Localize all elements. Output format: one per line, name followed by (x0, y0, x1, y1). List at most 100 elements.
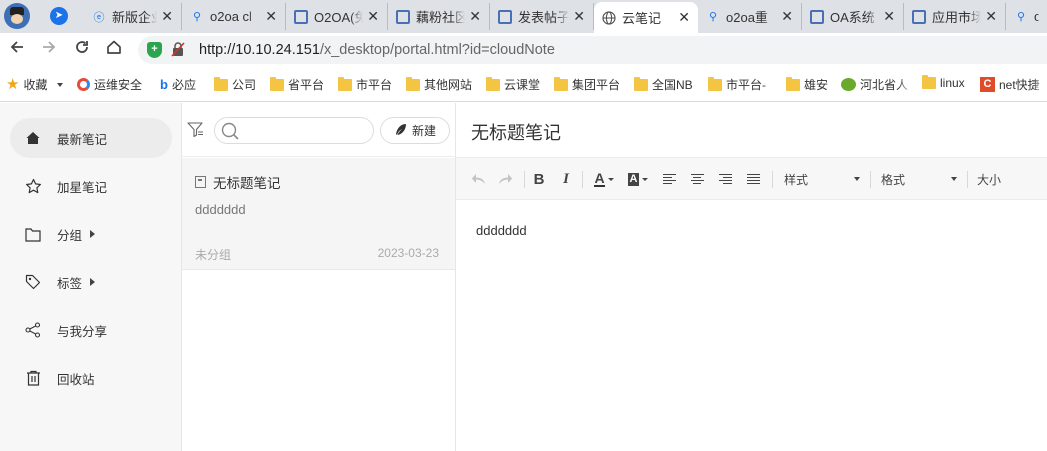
forward-button[interactable] (38, 39, 60, 61)
bookmark-item[interactable]: C net快捷 (980, 76, 1047, 93)
close-icon[interactable]: ✕ (367, 8, 379, 25)
close-icon[interactable]: ✕ (985, 8, 997, 25)
bookmark-label: linux (940, 76, 965, 90)
bookmark-label: 云课堂 (504, 78, 541, 92)
editor-content[interactable]: ddddddd (476, 223, 527, 238)
tab-8[interactable]: OA系统 ✕ (802, 3, 904, 30)
bold-button[interactable]: B (531, 170, 547, 188)
share-icon (24, 321, 42, 339)
new-note-button[interactable]: 新建 (380, 117, 450, 144)
bookmark-item[interactable]: 省平台 (270, 76, 324, 93)
sidebar-item-trash[interactable]: 回收站 (10, 358, 172, 398)
o2-icon (294, 9, 308, 24)
justify-button[interactable] (746, 170, 760, 188)
tab-9[interactable]: 应用市场 ✕ (904, 3, 1006, 30)
bookmark-item[interactable]: b 必应 (160, 76, 196, 93)
sidebar-item-groups[interactable]: 分组 (10, 214, 172, 254)
insecure-lock-icon[interactable] (171, 42, 185, 60)
font-color-button[interactable]: A (591, 170, 617, 188)
shield-icon[interactable]: + (147, 42, 162, 58)
home-icon (24, 129, 42, 147)
bookmark-item[interactable]: 市平台 (338, 76, 392, 93)
highlight-color-button[interactable]: A (625, 170, 651, 188)
close-icon[interactable]: ✕ (265, 8, 277, 25)
close-icon[interactable]: ✕ (678, 9, 690, 26)
home-button[interactable] (103, 39, 125, 61)
tab-5[interactable]: 发表帖子 ✕ (490, 3, 594, 30)
reload-button[interactable] (71, 39, 93, 61)
search-icon: ⚲ (708, 11, 718, 23)
bookmark-label: 运维安全 (94, 78, 143, 92)
bookmark-item[interactable]: 运维安全 (77, 76, 160, 93)
bookmark-item[interactable]: 云课堂 (486, 76, 540, 93)
editor-toolbar: B I A A 样式 格式 大小 (456, 157, 1047, 200)
tab-7[interactable]: ⚲ o2oa重 ✕ (698, 3, 802, 30)
bookmark-item[interactable]: 河北省人 (841, 76, 914, 93)
bookmark-favorites[interactable]: ★ 收藏 (6, 76, 64, 93)
align-center-button[interactable] (690, 170, 704, 188)
align-right-button[interactable] (718, 170, 732, 188)
tab-4[interactable]: 藕粉社区 ✕ (388, 3, 490, 30)
caret-right-icon (90, 278, 96, 286)
close-icon[interactable]: ✕ (781, 8, 793, 25)
bookmark-item[interactable]: 市平台- (708, 76, 778, 93)
format-dropdown[interactable]: 格式 (881, 170, 957, 188)
bookmark-item[interactable]: 其他网站 (406, 76, 472, 93)
tab-title: 应用市场 (932, 10, 982, 25)
redo-button[interactable] (497, 170, 513, 188)
sidebar-item-tags[interactable]: 标签 (10, 262, 172, 302)
bookmark-label: 收藏 (23, 78, 48, 92)
search-input[interactable] (214, 117, 374, 144)
align-right-icon (718, 173, 732, 185)
tab-1[interactable]: ⓔ 新版企业 ✕ (84, 3, 182, 30)
close-icon[interactable]: ✕ (161, 8, 173, 25)
undo-button[interactable] (470, 170, 486, 188)
bookmark-item[interactable]: 雄安 (786, 76, 828, 93)
folder-icon (486, 76, 500, 91)
quill-icon (394, 123, 407, 139)
url-bar[interactable]: + http://10.10.24.151/x_desktop/portal.h… (138, 36, 1047, 64)
sidebar-item-latest[interactable]: 最新笔记 (10, 118, 172, 158)
sidebar-item-shared[interactable]: 与我分享 (10, 310, 172, 350)
toolbar-separator (870, 171, 871, 188)
folder-icon (922, 75, 936, 89)
bookmark-label: 必应 (171, 78, 196, 92)
tab-cloud-note[interactable]: 云笔记 ✕ (594, 2, 698, 33)
tab-title: 新版企业 (112, 10, 157, 25)
chevron-down-icon (607, 177, 614, 181)
tab-3[interactable]: O2OA(免 ✕ (286, 3, 388, 30)
bookmark-item[interactable]: 全国NB (634, 76, 693, 93)
filter-icon[interactable] (187, 121, 203, 138)
bookmark-item[interactable]: 集团平台 (554, 76, 620, 93)
folder-icon (214, 76, 228, 91)
size-dropdown[interactable]: 大小 (977, 170, 1037, 188)
bookmark-label: 集团平台 (572, 78, 621, 92)
profile-avatar[interactable] (4, 3, 30, 29)
folder-icon (270, 76, 284, 91)
close-icon[interactable]: ✕ (573, 8, 585, 25)
close-icon[interactable]: ✕ (883, 8, 895, 25)
star-outline-icon (24, 177, 42, 195)
italic-icon: I (563, 170, 569, 187)
bold-icon: B (533, 170, 545, 188)
bookmark-item[interactable]: linux (922, 75, 965, 90)
close-icon[interactable]: ✕ (469, 8, 481, 25)
sidebar-item-label: 标签 (57, 276, 83, 291)
bookmark-label: 省平台 (288, 78, 325, 92)
editor-title[interactable]: 无标题笔记 (471, 119, 561, 145)
italic-button[interactable]: I (558, 170, 574, 188)
note-list-item[interactable]: 无标题笔记 ddddddd 未分组 2023-03-23 (182, 158, 455, 270)
bookmark-label: 其他网站 (424, 78, 473, 92)
sidebar-item-starred[interactable]: 加星笔记 (10, 166, 172, 206)
bookmark-item[interactable]: 公司 (214, 76, 256, 93)
align-left-button[interactable] (662, 170, 676, 188)
url-text[interactable]: http://10.10.24.151/x_desktop/portal.htm… (199, 42, 555, 58)
style-dropdown[interactable]: 样式 (784, 170, 860, 188)
tab-2[interactable]: ⚲ o2oa cl ✕ (182, 3, 286, 30)
format-dropdown-label: 格式 (881, 172, 906, 187)
tab-10[interactable]: ⚲ o (1006, 3, 1047, 30)
send-icon[interactable]: ➤ (50, 7, 68, 25)
note-doc-icon (195, 176, 206, 188)
style-dropdown-label: 样式 (784, 172, 809, 187)
back-button[interactable] (6, 39, 28, 61)
